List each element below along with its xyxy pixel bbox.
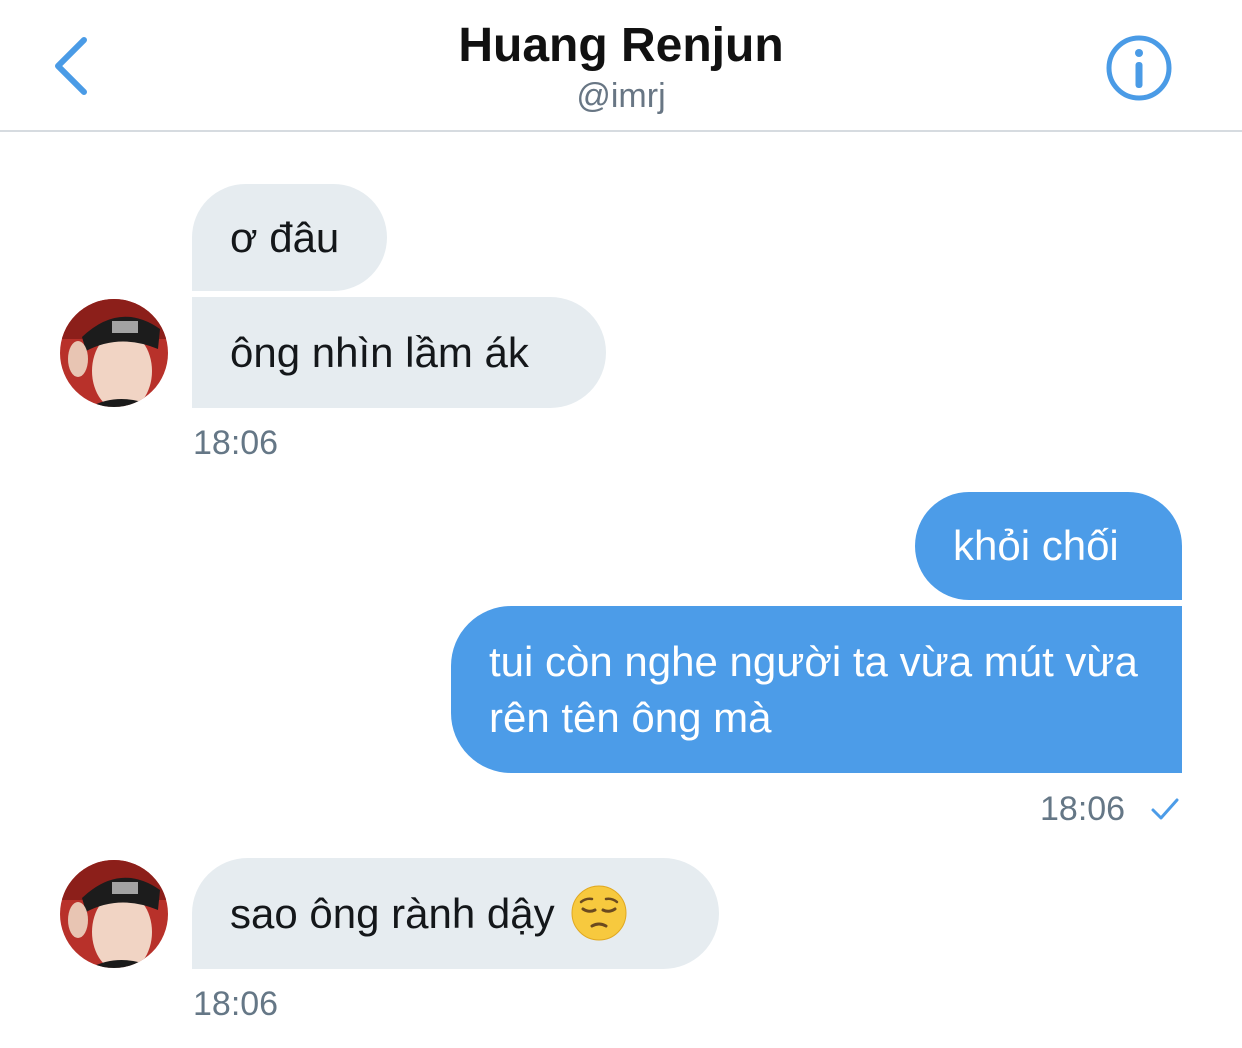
dm-conversation-screen: Huang Renjun @imrj ơ đâu ông nhìn lầm ák… bbox=[0, 0, 1242, 1048]
conversation-header: Huang Renjun @imrj bbox=[0, 0, 1242, 132]
incoming-message-bubble[interactable]: ơ đâu bbox=[192, 184, 387, 291]
avatar-image bbox=[60, 860, 168, 968]
outgoing-message-bubble[interactable]: khỏi chối bbox=[915, 492, 1182, 600]
message-text: sao ông rành dậy bbox=[230, 890, 555, 937]
pensive-face-emoji bbox=[571, 885, 627, 941]
info-button[interactable] bbox=[1104, 33, 1174, 103]
avatar-image bbox=[60, 299, 168, 407]
message-text: ơ đâu bbox=[230, 214, 340, 261]
contact-handle: @imrj bbox=[576, 77, 666, 115]
message-timestamp: 18:06 bbox=[193, 985, 279, 1023]
message-text: tui còn nghe người ta vừa mút vừa rên tê… bbox=[489, 638, 1138, 741]
avatar[interactable] bbox=[60, 860, 168, 968]
avatar[interactable] bbox=[60, 299, 168, 407]
incoming-message-bubble[interactable]: ông nhìn lầm ák bbox=[192, 297, 606, 408]
message-text: khỏi chối bbox=[953, 522, 1119, 569]
info-circle-icon bbox=[1106, 35, 1172, 101]
contact-name[interactable]: Huang Renjun bbox=[0, 16, 1242, 76]
sent-check-icon bbox=[1151, 798, 1179, 820]
message-timestamp: 18:06 bbox=[193, 424, 279, 462]
incoming-message-bubble[interactable]: sao ông rành dậy bbox=[192, 858, 719, 969]
message-timestamp: 18:06 bbox=[1040, 790, 1126, 828]
message-text: ông nhìn lầm ák bbox=[230, 329, 529, 376]
outgoing-message-bubble[interactable]: tui còn nghe người ta vừa mút vừa rên tê… bbox=[451, 606, 1182, 773]
